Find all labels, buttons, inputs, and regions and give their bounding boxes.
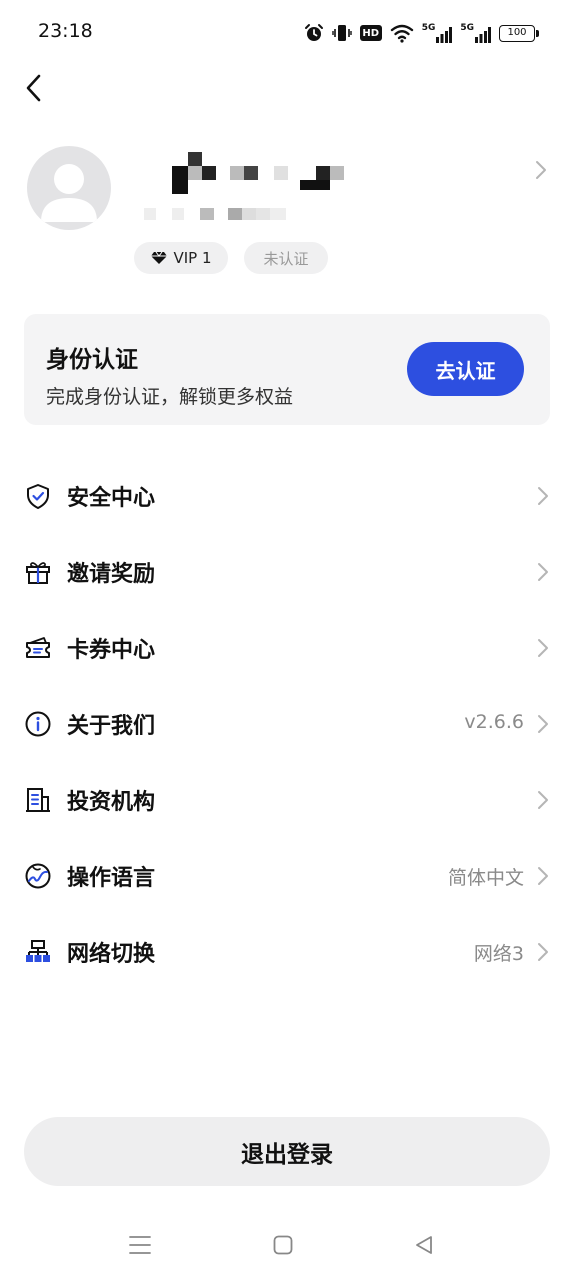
app-version: v2.6.6 [464, 711, 524, 733]
current-language: 简体中文 [447, 867, 524, 889]
verify-button[interactable]: 去认证 [407, 342, 524, 396]
menu-item-label: 投资机构 [67, 790, 156, 815]
chevron-right-icon [538, 715, 548, 733]
menu-item-language[interactable]: 操作语言 简体中文 [0, 838, 573, 914]
vip-level-label: VIP 1 [173, 249, 212, 267]
status-bar: 23:18 HD 5G 5G 100 [0, 0, 573, 66]
menu-item-label: 邀请奖励 [67, 562, 156, 587]
chevron-right-icon [538, 867, 548, 885]
status-time: 23:18 [38, 20, 93, 42]
verification-status-badge[interactable]: 未认证 [244, 242, 328, 274]
menu-item-invite-rewards[interactable]: 邀请奖励 [0, 534, 573, 610]
gift-icon [26, 562, 50, 584]
ticket-icon [26, 637, 50, 658]
current-network: 网络3 [473, 943, 524, 965]
wifi-icon [390, 24, 413, 43]
system-back-button[interactable] [407, 1230, 441, 1260]
back-button[interactable] [16, 68, 50, 108]
vip-badge[interactable]: VIP 1 [134, 242, 228, 274]
menu-item-coupon-center[interactable]: 卡券中心 [0, 610, 573, 686]
identity-card-description: 完成身份认证，解锁更多权益 [46, 386, 294, 408]
menu-item-network-switch[interactable]: 网络切换 网络3 [0, 914, 573, 990]
menu-item-label: 关于我们 [67, 714, 156, 739]
triangle-back-icon [416, 1236, 432, 1254]
chevron-right-icon [536, 161, 546, 179]
globe-icon [25, 863, 51, 889]
square-home-icon [273, 1235, 293, 1255]
verification-status-label: 未认证 [263, 249, 309, 268]
chevron-right-icon [538, 487, 548, 505]
signal-bars-icon [475, 27, 491, 43]
settings-menu: 安全中心 邀请奖励 卡券中心 关于我们 v2.6.6 投资机构 操作语言 简体中… [0, 458, 573, 990]
menu-item-label: 卡券中心 [67, 638, 156, 663]
profile-header[interactable]: VIP 1 未认证 [0, 130, 573, 290]
username-redacted [140, 150, 370, 198]
signal-5g-2: 5G [460, 23, 491, 43]
network-icon [26, 940, 50, 962]
building-icon [26, 788, 50, 812]
menu-item-label: 操作语言 [67, 866, 156, 891]
signal-5g-label: 5G [460, 23, 474, 33]
info-icon [25, 711, 51, 737]
menu-item-security-center[interactable]: 安全中心 [0, 458, 573, 534]
menu-item-label: 安全中心 [67, 486, 156, 511]
identity-verification-card: 身份认证 完成身份认证，解锁更多权益 去认证 [24, 314, 550, 425]
avatar[interactable] [27, 146, 111, 230]
shield-check-icon [27, 484, 49, 509]
menu-item-about-us[interactable]: 关于我们 v2.6.6 [0, 686, 573, 762]
system-nav-bar [0, 1218, 573, 1272]
status-icons: HD 5G 5G 100 [304, 20, 539, 46]
hd-icon: HD [359, 25, 382, 41]
signal-bars-icon [436, 27, 453, 43]
chevron-right-icon [538, 791, 548, 809]
menu-item-investors[interactable]: 投资机构 [0, 762, 573, 838]
home-button[interactable] [266, 1230, 300, 1260]
identity-card-title: 身份认证 [46, 347, 138, 373]
diamond-icon [151, 251, 168, 264]
user-id-redacted [140, 206, 300, 226]
user-placeholder-icon [41, 164, 97, 222]
logout-button[interactable]: 退出登录 [24, 1117, 550, 1186]
menu-lines-icon [129, 1236, 151, 1254]
vibrate-icon [331, 25, 352, 41]
profile-chevron [535, 160, 547, 184]
recent-apps-button[interactable] [123, 1230, 157, 1260]
alarm-icon [304, 24, 323, 41]
signal-5g-1: 5G [422, 23, 453, 43]
chevron-right-icon [538, 563, 548, 581]
chevron-left-icon [26, 74, 41, 102]
chevron-right-icon [538, 639, 548, 657]
battery-icon: 100 [499, 24, 539, 42]
menu-item-label: 网络切换 [67, 942, 156, 967]
chevron-right-icon [538, 943, 548, 961]
signal-5g-label: 5G [421, 23, 436, 33]
